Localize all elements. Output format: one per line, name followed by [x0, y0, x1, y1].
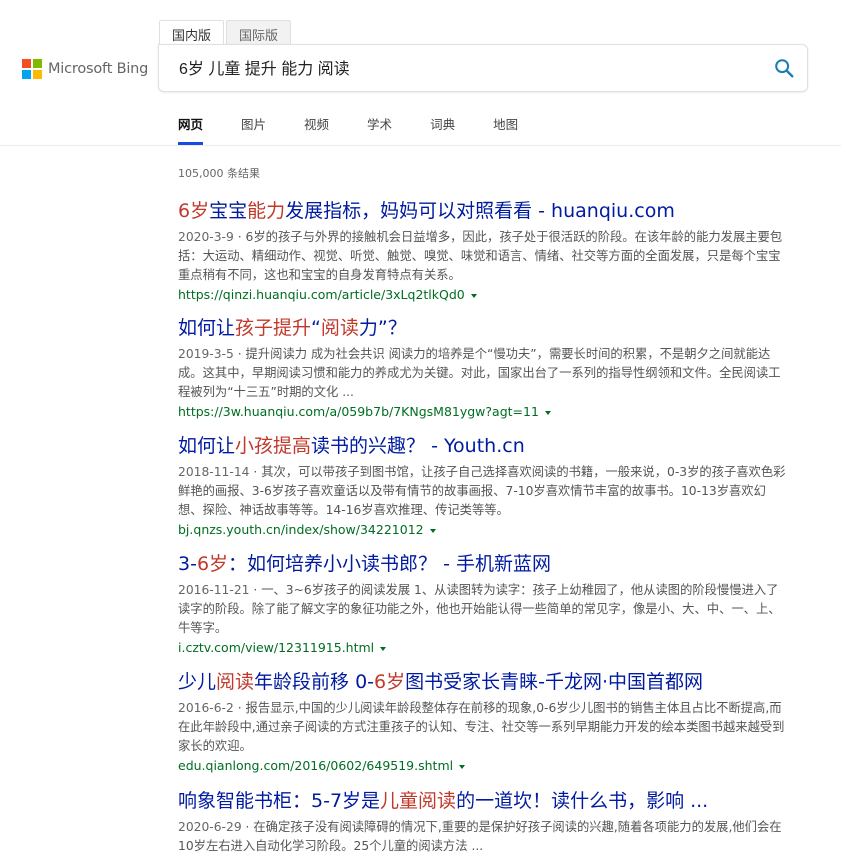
nav-tabs: 网页 图片 视频 学术 词典 地图	[178, 114, 556, 145]
result-snippet: 2020-6-29 · 在确定孩子没有阅读障碍的情况下,重要的是保护好孩子阅读的…	[178, 820, 782, 853]
result-url-text: https://qinzi.huanqiu.com/article/3xLq2t…	[178, 287, 465, 302]
title-text: 宝宝	[209, 200, 248, 222]
result-url[interactable]: https://qinzi.huanqiu.com/article/3xLq2t…	[178, 287, 798, 302]
search-result: 少儿阅读年龄段前移 0-6岁图书受家长青睐-千龙网·中国首都网 2016-6-2 …	[178, 670, 798, 773]
result-date: 2016-6-2	[178, 701, 234, 715]
result-date: 2020-3-9	[178, 230, 234, 244]
highlighted-term: 阅读	[216, 671, 255, 693]
title-text: 力”？	[358, 317, 407, 339]
highlighted-term: 6岁	[178, 200, 210, 222]
bing-logo[interactable]: Microsoft Bing	[22, 59, 148, 79]
search-result: 如何让孩子提升“阅读力”？ 2019-3-5 · 提升阅读力 成为社会共识 阅读力…	[178, 316, 798, 419]
nav-images[interactable]: 图片	[241, 114, 266, 143]
result-snippet: 2016-6-2 · 报告显示,中国的少儿阅读年龄段整体存在前移的现象,0-6岁…	[178, 701, 785, 753]
title-text: 的一道坎！读什么书，影响 ...	[456, 790, 709, 812]
result-snippet: 2018-11-14 · 其次，可以带孩子到图书馆，让孩子自己选择喜欢阅读的书籍…	[178, 465, 786, 517]
result-url-text: https://3w.huanqiu.com/a/059b7b/7KNgsM81…	[178, 404, 539, 419]
result-url-text: bj.qnzs.youth.cn/index/show/34221012	[178, 522, 424, 537]
title-text: 如何让	[178, 317, 236, 339]
caret-down-icon[interactable]	[380, 646, 387, 651]
title-text: 年龄段前移 0-	[254, 671, 375, 693]
title-text: “	[311, 317, 321, 339]
results-count: 105,000 条结果	[178, 167, 260, 180]
result-snippet: 2020-3-9 · 6岁的孩子与外界的接触机会日益增多，因此，孩子处于很活跃的…	[178, 230, 783, 282]
result-url-text: i.cztv.com/view/12311915.html	[178, 640, 375, 655]
title-text: 响象智能书柜：5-7岁是	[178, 790, 381, 812]
header: Microsoft Bing 国内版 国际版 网页 图片 视频 学术 词典 地图	[0, 0, 841, 146]
search-result: 如何让小孩提高读书的兴趣？ - Youth.cn 2018-11-14 · 其次，…	[178, 434, 798, 537]
result-title-link[interactable]: 3-6岁：如何培养小小读书郎？ - 手机新蓝网	[178, 552, 798, 576]
search-result: 响象智能书柜：5-7岁是儿童阅读的一道坎！读什么书，影响 ... 2020-6-2…	[178, 789, 798, 856]
title-text: 图书受家长青睐-千龙网·中国首都网	[405, 671, 704, 693]
highlighted-term: 小孩提高	[235, 435, 312, 457]
result-date: 2018-11-14	[178, 465, 250, 479]
microsoft-logo-icon	[22, 59, 42, 79]
title-text: 少儿	[178, 671, 217, 693]
result-title-link[interactable]: 少儿阅读年龄段前移 0-6岁图书受家长青睐-千龙网·中国首都网	[178, 670, 798, 694]
result-title-link[interactable]: 如何让孩子提升“阅读力”？	[178, 316, 798, 340]
result-url[interactable]: i.cztv.com/view/12311915.html	[178, 640, 798, 655]
search-result: 3-6岁：如何培养小小读书郎？ - 手机新蓝网 2016-11-21 · 一、3~…	[178, 552, 798, 655]
search-result: 6岁宝宝能力发展指标，妈妈可以对照看看 - huanqiu.com 2020-3-…	[178, 199, 798, 302]
nav-dictionary[interactable]: 词典	[430, 114, 455, 143]
caret-down-icon[interactable]	[429, 528, 436, 533]
title-text: 发展指标，妈妈可以对照看看 - huanqiu.com	[285, 200, 675, 222]
result-date: 2016-11-21	[178, 583, 250, 597]
highlighted-term: 6岁	[196, 553, 229, 575]
nav-maps[interactable]: 地图	[493, 114, 518, 143]
highlighted-term: 孩子提升	[235, 317, 312, 339]
caret-down-icon[interactable]	[544, 410, 551, 415]
title-text: 读书的兴趣？ - Youth.cn	[311, 435, 525, 457]
search-icon[interactable]	[773, 57, 795, 79]
result-title-link[interactable]: 6岁宝宝能力发展指标，妈妈可以对照看看 - huanqiu.com	[178, 199, 798, 223]
highlighted-term: 儿童阅读	[380, 790, 457, 812]
nav-web[interactable]: 网页	[178, 114, 204, 145]
result-title-link[interactable]: 响象智能书柜：5-7岁是儿童阅读的一道坎！读什么书，影响 ...	[178, 789, 798, 813]
result-url[interactable]: bj.qnzs.youth.cn/index/show/34221012	[178, 522, 798, 537]
logo-text: Microsoft Bing	[48, 61, 149, 77]
result-url[interactable]: edu.qianlong.com/2016/0602/649519.shtml	[178, 758, 798, 773]
result-url-text: edu.qianlong.com/2016/0602/649519.shtml	[178, 758, 454, 773]
nav-academic[interactable]: 学术	[367, 114, 392, 143]
highlighted-term: 6岁	[374, 671, 406, 693]
title-text: 3-	[178, 553, 197, 575]
caret-down-icon[interactable]	[459, 764, 466, 769]
result-title-link[interactable]: 如何让小孩提高读书的兴趣？ - Youth.cn	[178, 434, 798, 458]
result-snippet: 2016-11-21 · 一、3~6岁孩子的阅读发展 1、从读图转为读字：孩子上…	[178, 583, 781, 635]
highlighted-term: 能力	[247, 200, 286, 222]
result-snippet: 2019-3-5 · 提升阅读力 成为社会共识 阅读力的培养是个“慢功夫”，需要…	[178, 347, 781, 399]
result-date: 2020-6-29	[178, 820, 242, 834]
title-text: 如何让	[178, 435, 236, 457]
search-input[interactable]	[179, 58, 739, 76]
result-url[interactable]: https://3w.huanqiu.com/a/059b7b/7KNgsM81…	[178, 404, 798, 419]
nav-videos[interactable]: 视频	[304, 114, 329, 143]
highlighted-term: 阅读	[320, 317, 359, 339]
search-box	[158, 44, 808, 92]
caret-down-icon[interactable]	[470, 293, 477, 298]
title-text: ：如何培养小小读书郎？ - 手机新蓝网	[228, 553, 551, 575]
result-date: 2019-3-5	[178, 347, 234, 361]
